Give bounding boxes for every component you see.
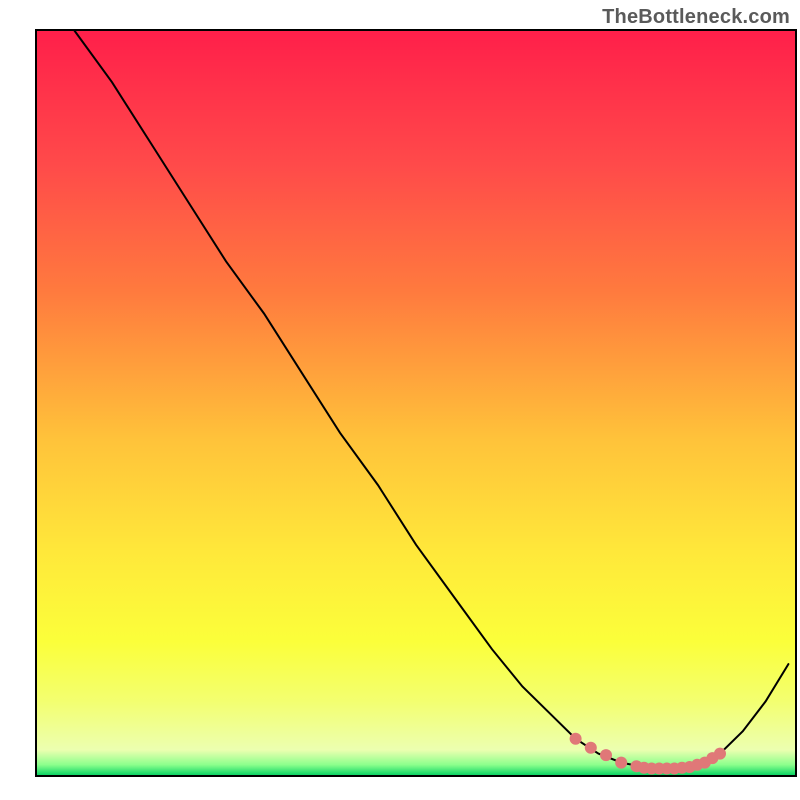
watermark-text: TheBottleneck.com (602, 6, 790, 29)
optimal-dot (600, 749, 612, 761)
optimal-dot (615, 757, 627, 769)
plot-area (36, 30, 796, 776)
chart-container: TheBottleneck.com (0, 0, 800, 800)
optimal-dot (585, 742, 597, 754)
bottleneck-chart (0, 0, 800, 800)
optimal-dot (570, 733, 582, 745)
optimal-dot (714, 748, 726, 760)
